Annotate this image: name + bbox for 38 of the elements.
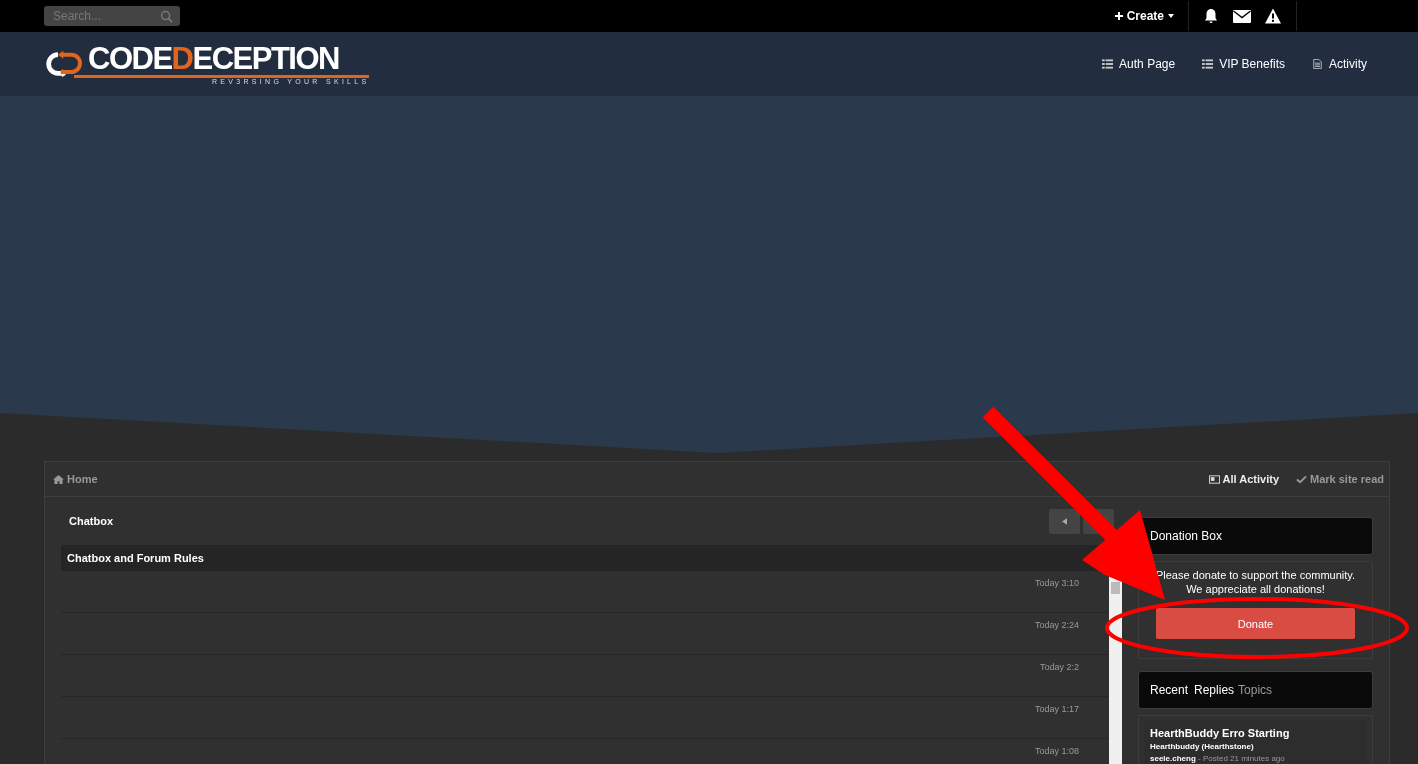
message-time: Today 2:24 [1034, 620, 1079, 632]
donation-text: Please donate to support the community. [1154, 568, 1357, 582]
card-icon [1208, 474, 1220, 484]
message-time: Today 1:17 [1034, 704, 1079, 716]
breadcrumb-action-link[interactable]: Mark site read [1296, 473, 1384, 485]
plus-icon [1114, 12, 1123, 20]
donation-box-title: Donation Box [1150, 529, 1223, 543]
author-link[interactable]: seele.cheng [1150, 754, 1196, 763]
recent-tab[interactable]: Replies [1194, 683, 1235, 697]
breadcrumb-action-link[interactable]: All Activity [1208, 473, 1279, 485]
donate-button[interactable]: Donate [1156, 608, 1355, 639]
message-time: Today 1:08 [1034, 746, 1079, 758]
topic-title-link[interactable]: HearthBuddy Erro Starting [1150, 727, 1361, 740]
previous-button[interactable] [1049, 508, 1080, 534]
home-link[interactable]: Home [53, 473, 98, 485]
recent-tab[interactable]: Topics [1238, 683, 1273, 697]
warning-icon[interactable] [1265, 8, 1281, 24]
create-button[interactable]: Create [1104, 0, 1188, 32]
checkmark-icon [1296, 474, 1307, 484]
message-time: Today 3:10 [1034, 578, 1079, 590]
forum-link[interactable]: Hearthbuddy (Hearthstone) [1150, 742, 1361, 752]
document-icon [1312, 59, 1323, 69]
search-icon [160, 10, 173, 23]
list-icon [1102, 59, 1114, 69]
message-time: Today 2:2 [1039, 662, 1079, 674]
list-icon [1202, 59, 1214, 69]
recent-label: Recent [1150, 683, 1189, 697]
donation-text: We appreciate all donations! [1185, 582, 1326, 596]
nav-link[interactable]: Auth Page [1102, 57, 1176, 71]
nav-link[interactable]: VIP Benefits [1202, 57, 1285, 71]
nav-link[interactable]: Activity [1312, 57, 1367, 71]
house-icon [53, 474, 64, 484]
left-triangle-icon [1062, 517, 1067, 525]
chatbox-title: Chatbox [69, 515, 113, 527]
bell-icon[interactable] [1203, 8, 1219, 24]
envelope-icon[interactable] [1233, 9, 1251, 23]
post-time: - Posted 21 minutes ago [1198, 754, 1285, 763]
logo-wordmark: CODEDECEPTION [88, 43, 339, 75]
